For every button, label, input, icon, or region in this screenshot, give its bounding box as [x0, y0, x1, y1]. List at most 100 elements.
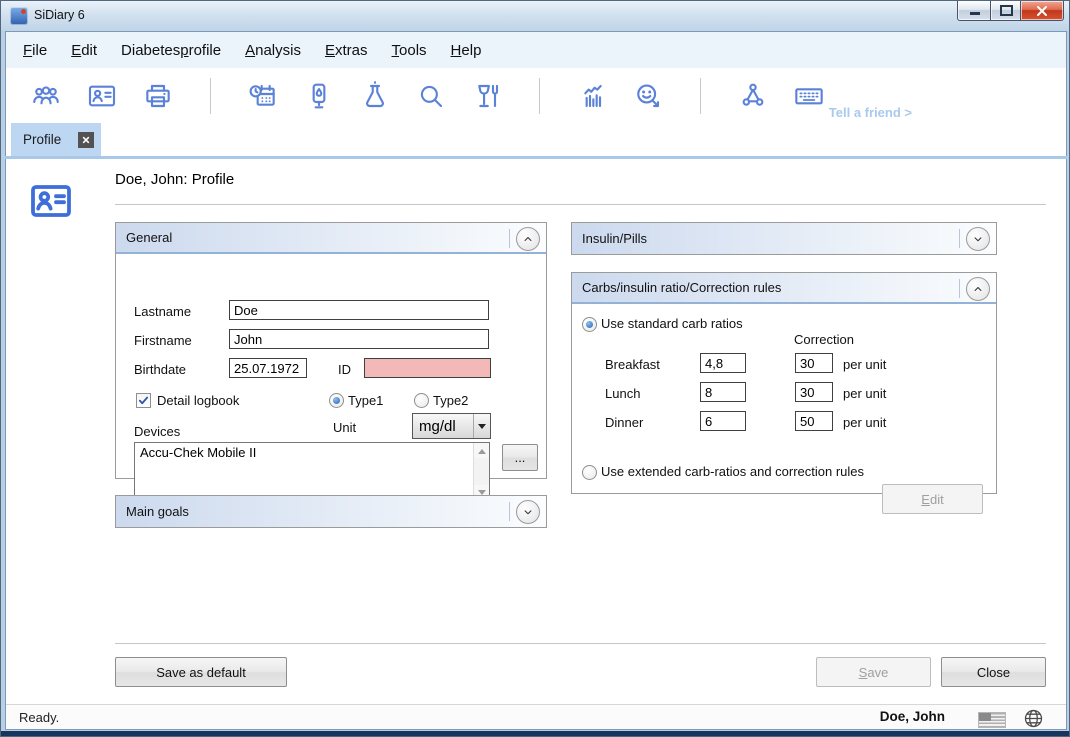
page-title: Doe, John: Profile	[115, 171, 234, 188]
maximize-button[interactable]	[990, 1, 1022, 21]
type2-radio[interactable]	[414, 393, 429, 408]
menu-edit[interactable]: Edit	[71, 42, 97, 59]
devices-more-button[interactable]: ...	[502, 444, 538, 471]
panel-general: General Lastname Firstname Birthdate ID …	[115, 222, 547, 479]
menu-analysis[interactable]: Analysis	[245, 42, 301, 59]
extended-ratios-radio[interactable]	[582, 465, 597, 480]
users-icon[interactable]	[28, 78, 64, 114]
smiley-export-icon[interactable]	[630, 78, 666, 114]
tab-underline	[5, 156, 1067, 159]
status-text: Ready.	[19, 710, 59, 725]
panel-main-goals-header: Main goals	[116, 496, 546, 527]
search-icon[interactable]	[413, 78, 449, 114]
unit-dropdown[interactable]: mg/dl	[412, 413, 491, 439]
lab-flask-icon[interactable]	[357, 78, 393, 114]
flag-icon[interactable]	[978, 712, 1006, 728]
unit-label: Unit	[333, 420, 356, 435]
collapse-button[interactable]	[516, 227, 540, 251]
panel-insulin-pills-header: Insulin/Pills	[572, 223, 996, 254]
expand-button[interactable]	[516, 500, 540, 524]
device-list-item[interactable]: Accu-Chek Mobile II	[135, 443, 489, 462]
schedule-icon[interactable]	[245, 78, 281, 114]
lunch-label: Lunch	[605, 386, 640, 401]
type1-label: Type1	[348, 393, 383, 408]
menu-bar: File Edit Diabetesprofile Analysis Extra…	[6, 32, 1066, 68]
toolbar-separator	[539, 78, 540, 114]
close-icon	[1036, 5, 1048, 17]
panel-carbs-ratio: Carbs/insulin ratio/Correction rules Use…	[571, 272, 997, 494]
globe-icon[interactable]	[1023, 708, 1044, 729]
menu-extras[interactable]: Extras	[325, 42, 368, 59]
check-icon	[138, 395, 149, 406]
edit-button[interactable]: Edit	[882, 484, 983, 514]
panel-title: Main goals	[126, 504, 189, 519]
birthdate-label: Birthdate	[134, 362, 186, 377]
minimize-icon	[970, 12, 980, 15]
menu-file[interactable]: File	[23, 42, 47, 59]
statistics-icon[interactable]	[574, 78, 610, 114]
chevron-down-icon	[521, 505, 535, 519]
type1-radio[interactable]	[329, 393, 344, 408]
glucose-meter-icon[interactable]	[301, 78, 337, 114]
sync-icon[interactable]	[735, 78, 771, 114]
chevron-down-icon	[473, 414, 490, 438]
save-button[interactable]: Save	[816, 657, 931, 687]
birthdate-field[interactable]	[229, 358, 307, 378]
panel-title: Carbs/insulin ratio/Correction rules	[582, 280, 781, 295]
chevron-down-icon	[971, 232, 985, 246]
minimize-button[interactable]	[957, 1, 992, 21]
header-separator	[509, 502, 510, 521]
id-field[interactable]	[364, 358, 491, 378]
panel-insulin-pills: Insulin/Pills	[571, 222, 997, 255]
detail-logbook-checkbox[interactable]	[136, 393, 151, 408]
panel-general-body: Lastname Firstname Birthdate ID Detail l…	[116, 254, 546, 476]
dinner-ratio-field[interactable]	[700, 411, 746, 431]
printer-icon[interactable]	[140, 78, 176, 114]
window-frame-bottom	[1, 731, 1069, 736]
devices-scrollbar[interactable]	[473, 443, 489, 500]
panel-carbs-body: Use standard carb ratios Correction Brea…	[572, 304, 996, 491]
scroll-up-icon[interactable]	[474, 443, 489, 458]
header-separator	[509, 229, 510, 248]
menu-help[interactable]: Help	[451, 42, 482, 59]
panel-general-header: General	[116, 223, 546, 254]
profile-card-icon[interactable]	[84, 78, 120, 114]
header-separator	[959, 229, 960, 248]
dinner-correction-field[interactable]	[795, 411, 833, 431]
close-window-button[interactable]	[1020, 1, 1064, 21]
devices-listbox[interactable]: Accu-Chek Mobile II	[134, 442, 490, 501]
breakfast-correction-field[interactable]	[795, 353, 833, 373]
tab-profile[interactable]: Profile	[11, 123, 101, 156]
panel-title: Insulin/Pills	[582, 231, 647, 246]
toolbar-separator	[700, 78, 701, 114]
save-as-default-button[interactable]: Save as default	[115, 657, 287, 687]
standard-ratios-label: Use standard carb ratios	[601, 316, 743, 331]
nutrition-icon[interactable]	[469, 78, 505, 114]
standard-ratios-radio[interactable]	[582, 317, 597, 332]
lunch-ratio-field[interactable]	[700, 382, 746, 402]
tell-a-friend-link[interactable]: Tell a friend >	[829, 105, 912, 120]
expand-button[interactable]	[966, 227, 990, 251]
panel-main-goals: Main goals	[115, 495, 547, 528]
panel-carbs-header: Carbs/insulin ratio/Correction rules	[572, 273, 996, 304]
status-user: Doe, John	[880, 709, 945, 724]
close-button[interactable]: Close	[941, 657, 1046, 687]
window-title: SiDiary 6	[34, 8, 85, 22]
breakfast-ratio-field[interactable]	[700, 353, 746, 373]
header-separator	[959, 279, 960, 298]
keyboard-icon[interactable]	[791, 78, 827, 114]
dinner-label: Dinner	[605, 415, 643, 430]
menu-tools[interactable]: Tools	[392, 42, 427, 59]
tab-label: Profile	[23, 132, 61, 147]
profile-card-icon	[27, 177, 75, 225]
menu-diabetesprofile[interactable]: Diabetesprofile	[121, 42, 221, 59]
tab-close-button[interactable]	[78, 132, 94, 148]
app-logo-icon	[10, 7, 28, 25]
collapse-button[interactable]	[966, 277, 990, 301]
lastname-field[interactable]	[229, 300, 489, 320]
breakfast-label: Breakfast	[605, 357, 660, 372]
title-bar[interactable]: SiDiary 6	[1, 1, 1069, 31]
unit-value: mg/dl	[413, 418, 473, 435]
firstname-field[interactable]	[229, 329, 489, 349]
lunch-correction-field[interactable]	[795, 382, 833, 402]
